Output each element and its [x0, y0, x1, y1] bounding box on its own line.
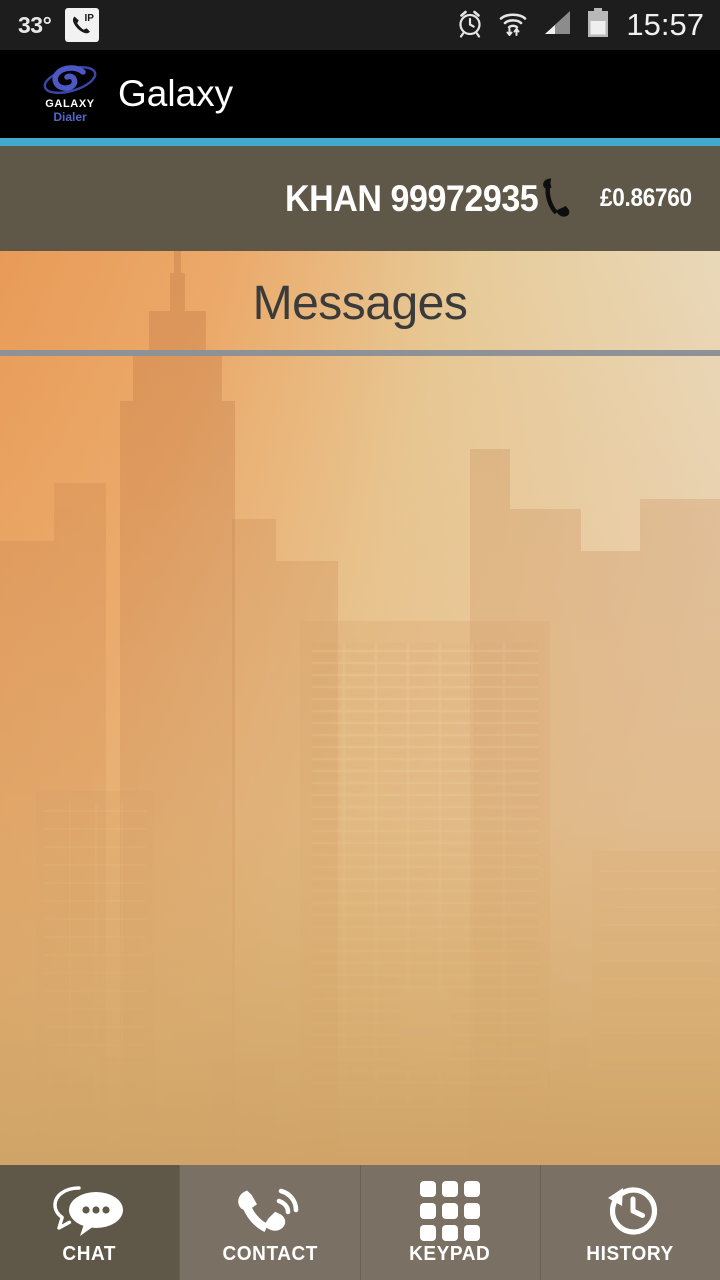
tab-label-contact: CONTACT: [222, 1242, 318, 1265]
keypad-grid-icon: [420, 1180, 481, 1242]
tab-label-history: HISTORY: [586, 1242, 675, 1265]
alarm-clock-icon: [455, 8, 485, 43]
voip-phone-icon: IP: [65, 8, 100, 42]
bottom-tab-bar: CHAT CONTACT KEYPAD HISTORY: [0, 1165, 720, 1280]
page-title: Messages: [252, 277, 468, 330]
tab-label-chat: CHAT: [62, 1242, 117, 1265]
tab-chat[interactable]: CHAT: [0, 1165, 181, 1280]
tab-label-keypad: KEYPAD: [409, 1242, 491, 1265]
tab-keypad[interactable]: KEYPAD: [360, 1165, 541, 1280]
temperature-indicator: 33°: [18, 11, 52, 38]
logo-dialer-text: Dialer: [53, 110, 87, 124]
battery-icon: [586, 7, 610, 44]
title-divider: [0, 350, 720, 356]
clock-time: 15:57: [626, 7, 704, 42]
logo-galaxy-text: GALAXY: [45, 98, 95, 110]
account-balance-bar[interactable]: KHAN 99972935 £0.86760: [0, 146, 720, 251]
tab-contact[interactable]: CONTACT: [180, 1165, 361, 1280]
status-bar-right: 15:57: [455, 7, 720, 44]
app-title: Galaxy: [118, 73, 234, 114]
status-bar-left: 33° IP: [0, 8, 455, 42]
svg-text:IP: IP: [85, 13, 95, 24]
tab-history[interactable]: HISTORY: [540, 1165, 720, 1280]
galaxy-dialer-logo-icon: GALAXY Dialer: [40, 63, 100, 125]
app-screen: 33° IP 15:57 GALAXY Dialer Galaxy KHAN 9…: [0, 0, 720, 1280]
clock-history-icon: [592, 1180, 668, 1242]
page-title-strip: Messages: [0, 255, 720, 352]
android-status-bar: 33° IP 15:57: [0, 0, 720, 50]
account-name: KHAN 99972935: [284, 177, 539, 219]
app-header: GALAXY Dialer Galaxy: [0, 50, 720, 138]
wifi-transfer-icon: [498, 8, 528, 43]
chat-bubbles-icon: [50, 1180, 130, 1242]
telephone-handset-icon: [534, 174, 578, 229]
background-city-image: [0, 251, 720, 1165]
cellular-signal-icon: [541, 8, 573, 43]
account-balance: £0.86760: [600, 184, 692, 212]
phone-call-icon: [232, 1180, 308, 1242]
header-accent-rule: [0, 138, 720, 146]
